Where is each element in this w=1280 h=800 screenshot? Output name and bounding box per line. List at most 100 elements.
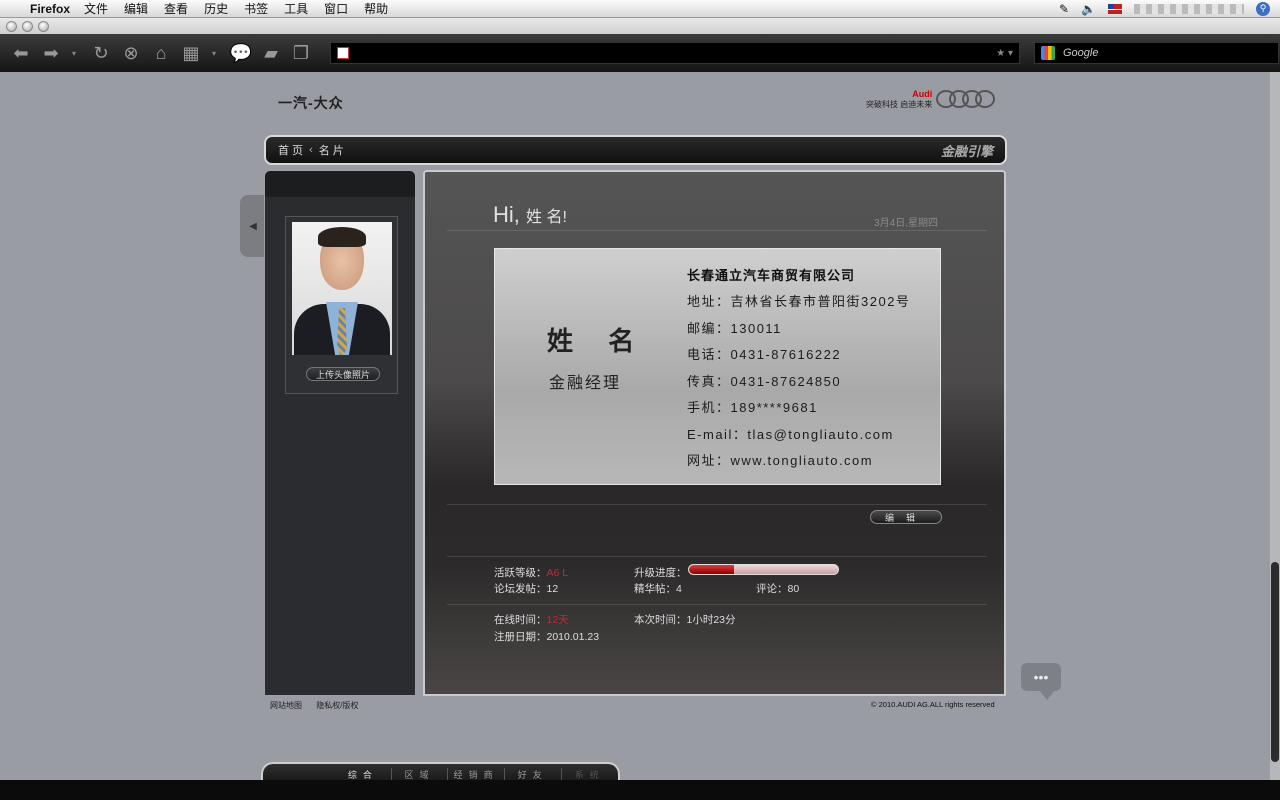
avatar — [292, 222, 392, 355]
breadcrumb-current: 名 片 — [318, 145, 344, 157]
app-name[interactable]: Firefox — [30, 2, 70, 16]
history-dropdown-icon[interactable]: ▾ — [68, 40, 80, 66]
home-icon[interactable]: ⌂ — [148, 40, 174, 66]
audi-rings-icon — [936, 88, 996, 110]
posts-label: 论坛发帖： — [494, 583, 547, 595]
tab-region[interactable]: 区域 — [392, 767, 449, 781]
tab-system[interactable]: 系统 — [562, 768, 618, 781]
bookmark-star-icon[interactable]: ★ ▾ — [996, 48, 1013, 59]
privacy-link[interactable]: 隐私权/版权 — [316, 701, 358, 710]
script-icon[interactable]: ✎ — [1059, 2, 1069, 16]
register-value: 2010.01.23 — [546, 631, 600, 643]
greeting-name: 姓 名! — [526, 209, 567, 226]
edit-card-button[interactable]: 编辑 — [870, 510, 942, 524]
greeting: Hi, 姓 名! — [493, 202, 567, 228]
map-icon[interactable]: ▦ — [178, 40, 204, 66]
profile-sidebar: 上传头像照片 — [264, 170, 416, 696]
upload-photo-button[interactable]: 上传头像照片 — [306, 367, 380, 381]
collapse-sidebar-tab[interactable]: ◀ — [240, 195, 266, 257]
browser-toolbar: ⬅ ➡ ▾ ↻ ⊗ ⌂ ▦ ▾ 💬 ▰ ❐ ★ ▾ Google — [0, 34, 1280, 72]
tab-friends[interactable]: 好友 — [505, 767, 562, 781]
triangle-left-icon: ◀ — [249, 220, 257, 232]
register-label: 注册日期： — [494, 631, 547, 643]
divider — [447, 556, 987, 557]
business-card-panel: Hi, 姓 名! 3月4日,星期四 姓 名 金融经理 长春通立汽车商贸有限公司 … — [423, 170, 1006, 696]
featured-value: 4 — [676, 583, 682, 595]
faw-vw-logo[interactable]: 一汽-大众 — [278, 93, 344, 113]
scrollbar-thumb[interactable] — [1271, 562, 1279, 762]
search-input[interactable]: Google — [1034, 42, 1279, 64]
map-dropdown-icon[interactable]: ▾ — [208, 40, 220, 66]
breadcrumb-home[interactable]: 首 页 — [278, 142, 303, 158]
forward-arrow-icon[interactable]: ➡ — [38, 40, 64, 66]
favicon-icon — [337, 47, 349, 59]
divider — [447, 604, 987, 605]
stats-online: 在线时间：12天 — [494, 612, 569, 627]
current-date: 3月4日,星期四 — [874, 218, 938, 229]
card-fax: 传真：0431-87624850 — [687, 373, 842, 389]
online-label: 在线时间： — [494, 614, 547, 626]
divider — [447, 504, 987, 505]
menu-window[interactable]: 窗口 — [324, 0, 348, 17]
card-name: 姓 名 — [547, 326, 649, 356]
menu-file[interactable]: 文件 — [84, 0, 108, 17]
card-contact-info: 地址：吉林省长春市普阳街3202号 邮编：130011 电话：0431-8761… — [687, 289, 910, 475]
stats-row-level: 活跃等级：A6 L — [494, 565, 568, 580]
menu-tools[interactable]: 工具 — [284, 0, 308, 17]
avatar-box: 上传头像照片 — [285, 216, 398, 394]
session-label: 本次时间： — [634, 614, 687, 626]
menubar-status-area: ✎ 🔈 ⚲ — [1059, 1, 1280, 16]
breadcrumb: 首 页 ‹ 名 片 金融引擎 — [264, 135, 1007, 165]
back-arrow-icon[interactable]: ⬅ — [8, 40, 34, 66]
stop-icon[interactable]: ⊗ — [118, 40, 144, 66]
stats-featured: 精华帖：4 — [634, 581, 682, 596]
stats-register: 注册日期：2010.01.23 — [494, 629, 599, 644]
tab-general[interactable]: 综合 — [335, 767, 392, 781]
us-flag-icon[interactable] — [1108, 3, 1122, 14]
slogan-text: 突破科技 启迪未来 — [866, 99, 933, 109]
url-input[interactable]: ★ ▾ — [330, 42, 1020, 64]
audi-label: Audi — [912, 88, 933, 99]
sidebar-top-band — [265, 171, 415, 197]
upgrade-progress-fill — [689, 565, 734, 574]
spotlight-icon[interactable]: ⚲ — [1256, 1, 1270, 16]
sitemap-link[interactable]: 网站地图 — [270, 701, 302, 710]
window-minimize-button[interactable] — [22, 20, 33, 32]
windows-icon[interactable]: ❐ — [288, 40, 314, 66]
tab-dealer[interactable]: 经销商 — [448, 767, 505, 781]
window-zoom-button[interactable] — [38, 20, 49, 32]
level-value: A6 L — [546, 567, 569, 579]
greeting-hi: Hi, — [493, 202, 520, 227]
google-icon — [1041, 46, 1055, 60]
folder-icon[interactable]: ▰ — [258, 40, 284, 66]
menu-bookmarks[interactable]: 书签 — [244, 0, 268, 17]
chat-bubble-icon[interactable]: ••• — [1021, 663, 1061, 700]
online-value: 12天 — [546, 614, 569, 626]
card-email: E-mail：tlas@tongliauto.com — [687, 426, 894, 442]
browser-status-bar — [0, 780, 1280, 800]
card-postcode: 邮编：130011 — [687, 320, 782, 336]
footer-links: 网站地图 隐私权/版权 — [270, 700, 370, 711]
mac-menubar: Firefox 文件 编辑 查看 历史 书签 工具 窗口 帮助 ✎ 🔈 ⚲ — [0, 0, 1280, 18]
reload-icon[interactable]: ↻ — [88, 40, 114, 66]
featured-label: 精华帖： — [634, 583, 676, 595]
audi-brand[interactable]: Audi 突破科技 启迪未来 — [866, 88, 996, 110]
window-titlebar — [0, 18, 1280, 34]
search-placeholder: Google — [1063, 47, 1099, 59]
comments-value: 80 — [787, 583, 800, 595]
card-address: 地址：吉林省长春市普阳街3202号 — [687, 294, 911, 309]
menu-view[interactable]: 查看 — [164, 0, 188, 17]
upgrade-progress-bar — [688, 564, 839, 575]
page-scrollbar[interactable] — [1270, 72, 1280, 780]
chat-icon[interactable]: 💬 — [228, 40, 254, 66]
menu-history[interactable]: 历史 — [204, 0, 228, 17]
volume-icon[interactable]: 🔈 — [1081, 2, 1096, 16]
menu-help[interactable]: 帮助 — [364, 0, 388, 17]
breadcrumb-separator-icon: ‹ — [309, 144, 313, 156]
menu-edit[interactable]: 编辑 — [124, 0, 148, 17]
audi-slogan: Audi 突破科技 启迪未来 — [866, 89, 932, 110]
comments-label: 评论： — [756, 583, 788, 595]
posts-value: 12 — [546, 583, 559, 595]
window-close-button[interactable] — [6, 20, 17, 32]
copyright: © 2010.AUDI AG.ALL rights reserved — [871, 700, 995, 709]
